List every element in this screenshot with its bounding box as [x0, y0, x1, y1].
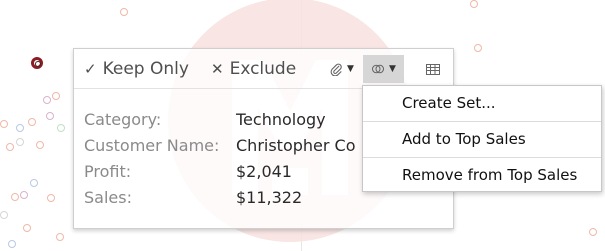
field-value: Christopher Co [236, 136, 356, 155]
scatter-mark[interactable] [0, 211, 8, 219]
field-label: Profit: [84, 162, 132, 181]
field-label: Sales: [84, 188, 132, 207]
scatter-mark[interactable] [47, 194, 55, 202]
tooltip-fields: Category: Technology Customer Name: Chri… [84, 107, 356, 211]
scatter-mark[interactable] [8, 240, 16, 248]
menu-item-label: Remove from Top Sales [402, 166, 578, 184]
keep-only-button[interactable]: ✓ Keep Only [84, 57, 189, 81]
scatter-mark[interactable] [23, 224, 31, 232]
scatter-mark[interactable] [30, 179, 38, 187]
menu-item-add-to-top-sales[interactable]: Add to Top Sales [363, 122, 601, 156]
field-value: $2,041 [236, 162, 292, 181]
scatter-mark[interactable] [0, 120, 8, 128]
menu-item-create-set[interactable]: Create Set... [363, 86, 601, 120]
scatter-mark[interactable] [474, 44, 482, 52]
menu-item-label: Create Set... [402, 94, 496, 112]
menu-item-label: Add to Top Sales [402, 130, 526, 148]
view-data-button[interactable] [422, 55, 444, 83]
scatter-mark[interactable] [20, 191, 28, 199]
exclude-button[interactable]: ✕ Exclude [211, 57, 296, 81]
chevron-down-icon: ▼ [347, 64, 354, 74]
table-icon [426, 63, 440, 75]
scatter-mark[interactable] [16, 124, 24, 132]
x-icon: ✕ [211, 60, 224, 78]
scatter-mark[interactable] [43, 96, 51, 104]
field-row-profit: Profit: $2,041 [84, 159, 356, 185]
scatter-mark[interactable] [28, 118, 36, 126]
tooltip-toolbar: ✓ Keep Only ✕ Exclude ▼ ▼ [74, 49, 453, 89]
paperclip-icon [330, 63, 342, 76]
keep-only-label: Keep Only [102, 59, 189, 79]
scatter-mark[interactable] [56, 233, 64, 241]
field-label: Customer Name: [84, 136, 220, 155]
scatter-mark[interactable] [36, 141, 44, 149]
field-row-category: Category: Technology [84, 107, 356, 133]
scatter-mark[interactable] [57, 124, 65, 132]
scatter-mark[interactable] [6, 143, 14, 151]
scatter-mark[interactable] [11, 193, 19, 201]
scatter-mark[interactable] [46, 112, 54, 120]
field-row-customer-name: Customer Name: Christopher Co [84, 133, 356, 159]
selected-scatter-mark[interactable] [31, 57, 43, 69]
venn-icon [371, 64, 385, 74]
scatter-mark[interactable] [52, 92, 60, 100]
scatter-mark[interactable] [120, 8, 128, 16]
group-members-button[interactable]: ▼ [326, 55, 358, 83]
scatter-mark[interactable] [470, 0, 478, 8]
field-value: Technology [236, 110, 326, 129]
field-label: Category: [84, 110, 162, 129]
field-row-sales: Sales: $11,322 [84, 185, 356, 211]
sets-button[interactable]: ▼ [363, 55, 404, 83]
check-icon: ✓ [84, 60, 97, 78]
scatter-mark[interactable] [589, 228, 597, 236]
field-value: $11,322 [236, 188, 303, 207]
sets-dropdown-menu: Create Set... Add to Top Sales Remove fr… [362, 85, 602, 192]
exclude-label: Exclude [229, 59, 297, 79]
menu-item-remove-from-top-sales[interactable]: Remove from Top Sales [363, 158, 601, 192]
scatter-mark[interactable] [16, 138, 24, 146]
chevron-down-icon: ▼ [389, 64, 396, 74]
